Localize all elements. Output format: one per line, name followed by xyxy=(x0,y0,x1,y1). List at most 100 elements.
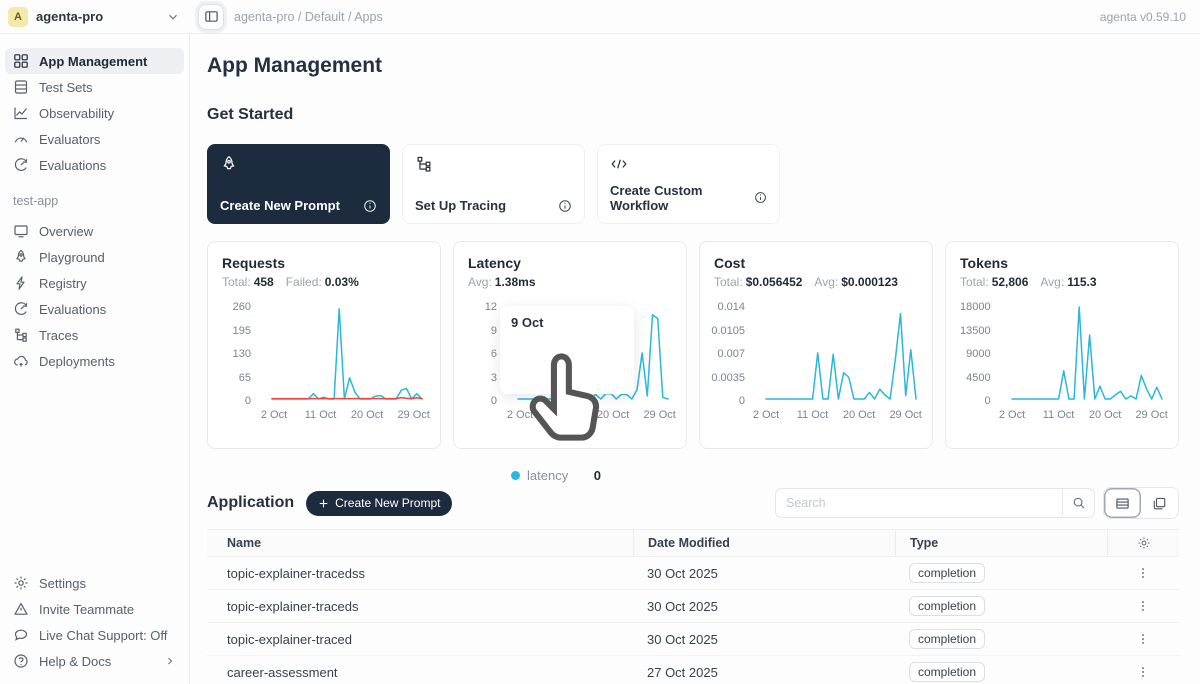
table-row[interactable]: topic-explainer-tracedss 30 Oct 2025 com… xyxy=(207,557,1179,590)
y-tick: 18000 xyxy=(960,302,991,312)
series-dot xyxy=(511,471,520,480)
cost-chart[interactable]: 0.0140.01050.0070.00350 xyxy=(714,299,918,403)
sidebar-item-registry[interactable]: Registry xyxy=(5,270,184,296)
application-header: Application Create New Prompt xyxy=(207,487,1179,519)
table-icon xyxy=(13,79,29,95)
table-settings-gear[interactable] xyxy=(1107,530,1179,556)
create-custom-workflow-card[interactable]: Create Custom Workflow xyxy=(597,144,780,224)
info-icon[interactable] xyxy=(558,199,572,213)
table-row[interactable]: topic-explainer-traced 30 Oct 2025 compl… xyxy=(207,623,1179,656)
column-name[interactable]: Name xyxy=(207,536,633,550)
sidebar-item-label: Invite Teammate xyxy=(39,602,134,617)
sidebar-item-invite-teammate[interactable]: Invite Teammate xyxy=(5,596,184,622)
sidebar-item-test-sets[interactable]: Test Sets xyxy=(5,74,184,100)
chart-title: Latency xyxy=(468,255,672,271)
sidebar-item-label: Traces xyxy=(39,328,78,343)
y-tick: 195 xyxy=(233,326,251,336)
rocket-icon xyxy=(13,249,29,265)
app-name: career-assessment xyxy=(207,665,633,680)
y-axis: 129630 xyxy=(468,299,504,403)
create-new-prompt-button[interactable]: Create New Prompt xyxy=(306,491,452,516)
info-icon[interactable] xyxy=(363,199,377,213)
sidebar-toggle-icon xyxy=(204,9,219,24)
type-badge: completion xyxy=(909,662,985,682)
sidebar-item-label: Deployments xyxy=(39,354,115,369)
x-tick: 11 Oct xyxy=(1043,409,1075,421)
sidebar-item-label: Settings xyxy=(39,576,86,591)
kebab-menu-icon[interactable] xyxy=(1136,665,1150,679)
kebab-menu-icon[interactable] xyxy=(1136,566,1150,580)
requests-chart[interactable]: 260195130650 xyxy=(222,299,426,403)
sidebar-item-evaluators[interactable]: Evaluators xyxy=(5,126,184,152)
y-tick: 6 xyxy=(491,349,497,359)
cost-chart-card: Cost Total:$0.056452 Avg:$0.000123 0.014… xyxy=(699,241,933,449)
top-bar: A agenta-pro agenta-pro / Default / Apps… xyxy=(0,0,1200,34)
application-heading: Application xyxy=(207,494,294,512)
y-axis: 1800013500900045000 xyxy=(960,299,998,403)
get-started-cards: Create New Prompt Set Up Tracing Create … xyxy=(207,144,1179,224)
table-row[interactable]: topic-explainer-traceds 30 Oct 2025 comp… xyxy=(207,590,1179,623)
kebab-menu-icon[interactable] xyxy=(1136,632,1150,646)
y-tick: 12 xyxy=(485,302,497,312)
create-new-prompt-card[interactable]: Create New Prompt xyxy=(207,144,390,224)
column-date-modified[interactable]: Date Modified xyxy=(633,530,895,556)
monitor-icon xyxy=(13,223,29,239)
sidebar-item-observability[interactable]: Observability xyxy=(5,100,184,126)
x-axis: 2 Oct11 Oct20 Oct29 Oct xyxy=(998,407,1164,423)
chart-title: Tokens xyxy=(960,255,1164,271)
requests-line xyxy=(272,309,422,399)
y-tick: 260 xyxy=(233,302,251,312)
card-view-button[interactable] xyxy=(1141,488,1178,518)
sidebar-item-app-management[interactable]: App Management xyxy=(5,48,184,74)
tooltip-date: 9 Oct xyxy=(511,315,623,330)
sidebar-item-help-docs[interactable]: Help & Docs xyxy=(5,648,184,674)
help-icon xyxy=(13,653,29,669)
sidebar-item-overview[interactable]: Overview xyxy=(5,218,184,244)
type-badge: completion xyxy=(909,563,985,583)
sidebar-item-label: Observability xyxy=(39,106,114,121)
y-tick: 0 xyxy=(245,396,251,406)
sidebar-item-label: Overview xyxy=(39,224,93,239)
sidebar-item-evaluations-app[interactable]: Evaluations xyxy=(5,296,184,322)
y-tick: 0 xyxy=(984,396,990,406)
x-axis: 2 Oct11 Oct20 Oct29 Oct xyxy=(260,407,426,423)
x-tick: 29 Oct xyxy=(397,409,429,421)
workspace-avatar: A xyxy=(8,7,28,27)
app-type: completion xyxy=(895,596,1107,616)
sidebar-item-live-chat[interactable]: Live Chat Support: Off xyxy=(5,622,184,648)
sidebar-item-traces[interactable]: Traces xyxy=(5,322,184,348)
chart-tooltip: 9 Oct latency 0 xyxy=(500,306,634,394)
sidebar-item-label: App Management xyxy=(39,54,147,69)
info-icon[interactable] xyxy=(754,191,767,205)
table-view-button[interactable] xyxy=(1104,488,1141,518)
y-tick: 0 xyxy=(739,396,745,406)
tokens-chart[interactable]: 1800013500900045000 xyxy=(960,299,1164,403)
y-tick: 3 xyxy=(491,373,497,383)
chart-stats: Total:458 Failed:0.03% xyxy=(222,275,426,289)
chart-title: Cost xyxy=(714,255,918,271)
sidebar-toggle-button[interactable] xyxy=(198,4,224,30)
sidebar-item-deployments[interactable]: Deployments xyxy=(5,348,184,374)
kebab-menu-icon[interactable] xyxy=(1136,599,1150,613)
y-tick: 13500 xyxy=(960,326,991,336)
card-label: Create Custom Workflow xyxy=(610,183,754,213)
app-type: completion xyxy=(895,629,1107,649)
chevron-down-icon xyxy=(166,10,180,24)
set-up-tracing-card[interactable]: Set Up Tracing xyxy=(402,144,585,224)
breadcrumb[interactable]: agenta-pro / Default / Apps xyxy=(234,10,383,24)
column-type[interactable]: Type xyxy=(895,530,1107,556)
chart-stats: Total:$0.056452 Avg:$0.000123 xyxy=(714,275,918,289)
sidebar-item-evaluations[interactable]: Evaluations xyxy=(5,152,184,178)
table-row[interactable]: career-assessment 27 Oct 2025 completion xyxy=(207,656,1179,684)
type-badge: completion xyxy=(909,629,985,649)
sidebar-item-playground[interactable]: Playground xyxy=(5,244,184,270)
y-axis: 260195130650 xyxy=(222,299,258,403)
search-icon[interactable] xyxy=(1062,489,1094,517)
tooltip-value: 0 xyxy=(594,468,601,483)
sidebar-item-settings[interactable]: Settings xyxy=(5,570,184,596)
code-icon xyxy=(610,155,628,173)
search-input[interactable] xyxy=(776,496,1062,510)
app-date: 30 Oct 2025 xyxy=(633,632,895,647)
workspace-switcher[interactable]: A agenta-pro xyxy=(0,7,190,27)
chat-bubble-icon xyxy=(13,627,29,643)
